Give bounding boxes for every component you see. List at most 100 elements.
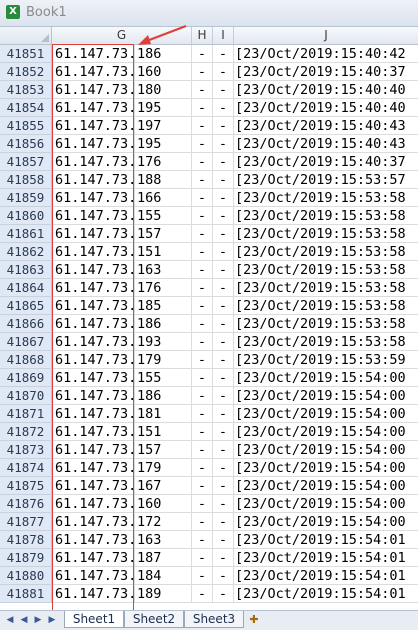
dash-cell-h[interactable]: -: [192, 531, 213, 549]
row-header[interactable]: 41875: [0, 477, 52, 495]
timestamp-cell[interactable]: [23/Oct/2019:15:53:58: [234, 315, 418, 333]
ip-octet-cell[interactable]: 160: [135, 63, 192, 81]
row-header[interactable]: 41866: [0, 315, 52, 333]
ip-prefix-cell[interactable]: 61.147.73.: [52, 585, 135, 603]
row-header[interactable]: 41862: [0, 243, 52, 261]
ip-octet-cell[interactable]: 155: [135, 369, 192, 387]
ip-prefix-cell[interactable]: 61.147.73.: [52, 63, 135, 81]
timestamp-cell[interactable]: [23/Oct/2019:15:40:42: [234, 45, 418, 63]
ip-octet-cell[interactable]: 186: [135, 315, 192, 333]
timestamp-cell[interactable]: [23/Oct/2019:15:53:58: [234, 297, 418, 315]
ip-octet-cell[interactable]: 163: [135, 531, 192, 549]
row-header[interactable]: 41860: [0, 207, 52, 225]
ip-prefix-cell[interactable]: 61.147.73.: [52, 153, 135, 171]
ip-octet-cell[interactable]: 189: [135, 585, 192, 603]
dash-cell-h[interactable]: -: [192, 225, 213, 243]
dash-cell-h[interactable]: -: [192, 549, 213, 567]
tab-sheet3[interactable]: Sheet3: [184, 611, 244, 628]
ip-prefix-cell[interactable]: 61.147.73.: [52, 261, 135, 279]
row-header[interactable]: 41879: [0, 549, 52, 567]
row-header[interactable]: 41854: [0, 99, 52, 117]
tab-sheet2[interactable]: Sheet2: [124, 611, 184, 628]
tab-sheet1[interactable]: Sheet1: [64, 611, 124, 628]
row-header[interactable]: 41874: [0, 459, 52, 477]
ip-octet-cell[interactable]: 176: [135, 279, 192, 297]
timestamp-cell[interactable]: [23/Oct/2019:15:40:37: [234, 63, 418, 81]
timestamp-cell[interactable]: [23/Oct/2019:15:40:40: [234, 99, 418, 117]
dash-cell-i[interactable]: -: [213, 189, 234, 207]
dash-cell-h[interactable]: -: [192, 81, 213, 99]
next-sheet-icon[interactable]: ▶: [32, 614, 44, 626]
dash-cell-h[interactable]: -: [192, 315, 213, 333]
dash-cell-i[interactable]: -: [213, 441, 234, 459]
last-sheet-icon[interactable]: ▶: [46, 614, 58, 626]
dash-cell-i[interactable]: -: [213, 495, 234, 513]
ip-octet-cell[interactable]: 176: [135, 153, 192, 171]
row-header[interactable]: 41867: [0, 333, 52, 351]
timestamp-cell[interactable]: [23/Oct/2019:15:54:00: [234, 405, 418, 423]
dash-cell-i[interactable]: -: [213, 369, 234, 387]
dash-cell-h[interactable]: -: [192, 513, 213, 531]
timestamp-cell[interactable]: [23/Oct/2019:15:54:00: [234, 477, 418, 495]
dash-cell-i[interactable]: -: [213, 279, 234, 297]
timestamp-cell[interactable]: [23/Oct/2019:15:40:43: [234, 135, 418, 153]
ip-prefix-cell[interactable]: 61.147.73.: [52, 369, 135, 387]
column-header-h[interactable]: H: [192, 27, 213, 45]
dash-cell-h[interactable]: -: [192, 459, 213, 477]
row-header[interactable]: 41868: [0, 351, 52, 369]
dash-cell-i[interactable]: -: [213, 333, 234, 351]
dash-cell-i[interactable]: -: [213, 315, 234, 333]
timestamp-cell[interactable]: [23/Oct/2019:15:54:00: [234, 441, 418, 459]
row-header[interactable]: 41877: [0, 513, 52, 531]
dash-cell-i[interactable]: -: [213, 405, 234, 423]
ip-octet-cell[interactable]: 185: [135, 297, 192, 315]
ip-prefix-cell[interactable]: 61.147.73.: [52, 441, 135, 459]
ip-octet-cell[interactable]: 151: [135, 423, 192, 441]
dash-cell-h[interactable]: -: [192, 441, 213, 459]
ip-prefix-cell[interactable]: 61.147.73.: [52, 135, 135, 153]
dash-cell-i[interactable]: -: [213, 423, 234, 441]
ip-octet-cell[interactable]: 179: [135, 351, 192, 369]
dash-cell-i[interactable]: -: [213, 567, 234, 585]
ip-octet-cell[interactable]: 186: [135, 387, 192, 405]
dash-cell-i[interactable]: -: [213, 513, 234, 531]
timestamp-cell[interactable]: [23/Oct/2019:15:40:40: [234, 81, 418, 99]
ip-octet-cell[interactable]: 155: [135, 207, 192, 225]
ip-octet-cell[interactable]: 172: [135, 513, 192, 531]
ip-prefix-cell[interactable]: 61.147.73.: [52, 315, 135, 333]
ip-prefix-cell[interactable]: 61.147.73.: [52, 387, 135, 405]
timestamp-cell[interactable]: [23/Oct/2019:15:53:58: [234, 333, 418, 351]
row-header[interactable]: 41859: [0, 189, 52, 207]
insert-sheet-icon[interactable]: ✚: [246, 613, 262, 627]
ip-octet-cell[interactable]: 160: [135, 495, 192, 513]
row-header[interactable]: 41870: [0, 387, 52, 405]
ip-prefix-cell[interactable]: 61.147.73.: [52, 189, 135, 207]
dash-cell-i[interactable]: -: [213, 531, 234, 549]
dash-cell-i[interactable]: -: [213, 297, 234, 315]
timestamp-cell[interactable]: [23/Oct/2019:15:54:00: [234, 513, 418, 531]
dash-cell-h[interactable]: -: [192, 99, 213, 117]
timestamp-cell[interactable]: [23/Oct/2019:15:40:43: [234, 117, 418, 135]
dash-cell-h[interactable]: -: [192, 567, 213, 585]
ip-prefix-cell[interactable]: 61.147.73.: [52, 567, 135, 585]
dash-cell-i[interactable]: -: [213, 549, 234, 567]
dash-cell-i[interactable]: -: [213, 171, 234, 189]
ip-octet-cell[interactable]: 157: [135, 225, 192, 243]
ip-prefix-cell[interactable]: 61.147.73.: [52, 423, 135, 441]
row-header[interactable]: 41857: [0, 153, 52, 171]
ip-octet-cell[interactable]: 181: [135, 405, 192, 423]
timestamp-cell[interactable]: [23/Oct/2019:15:53:59: [234, 351, 418, 369]
dash-cell-i[interactable]: -: [213, 477, 234, 495]
dash-cell-h[interactable]: -: [192, 117, 213, 135]
timestamp-cell[interactable]: [23/Oct/2019:15:54:00: [234, 369, 418, 387]
row-header[interactable]: 41878: [0, 531, 52, 549]
timestamp-cell[interactable]: [23/Oct/2019:15:54:00: [234, 459, 418, 477]
dash-cell-h[interactable]: -: [192, 153, 213, 171]
row-header[interactable]: 41881: [0, 585, 52, 603]
dash-cell-h[interactable]: -: [192, 405, 213, 423]
dash-cell-h[interactable]: -: [192, 495, 213, 513]
row-header[interactable]: 41865: [0, 297, 52, 315]
timestamp-cell[interactable]: [23/Oct/2019:15:54:01: [234, 549, 418, 567]
ip-octet-cell[interactable]: 157: [135, 441, 192, 459]
prev-sheet-icon[interactable]: ◀: [18, 614, 30, 626]
